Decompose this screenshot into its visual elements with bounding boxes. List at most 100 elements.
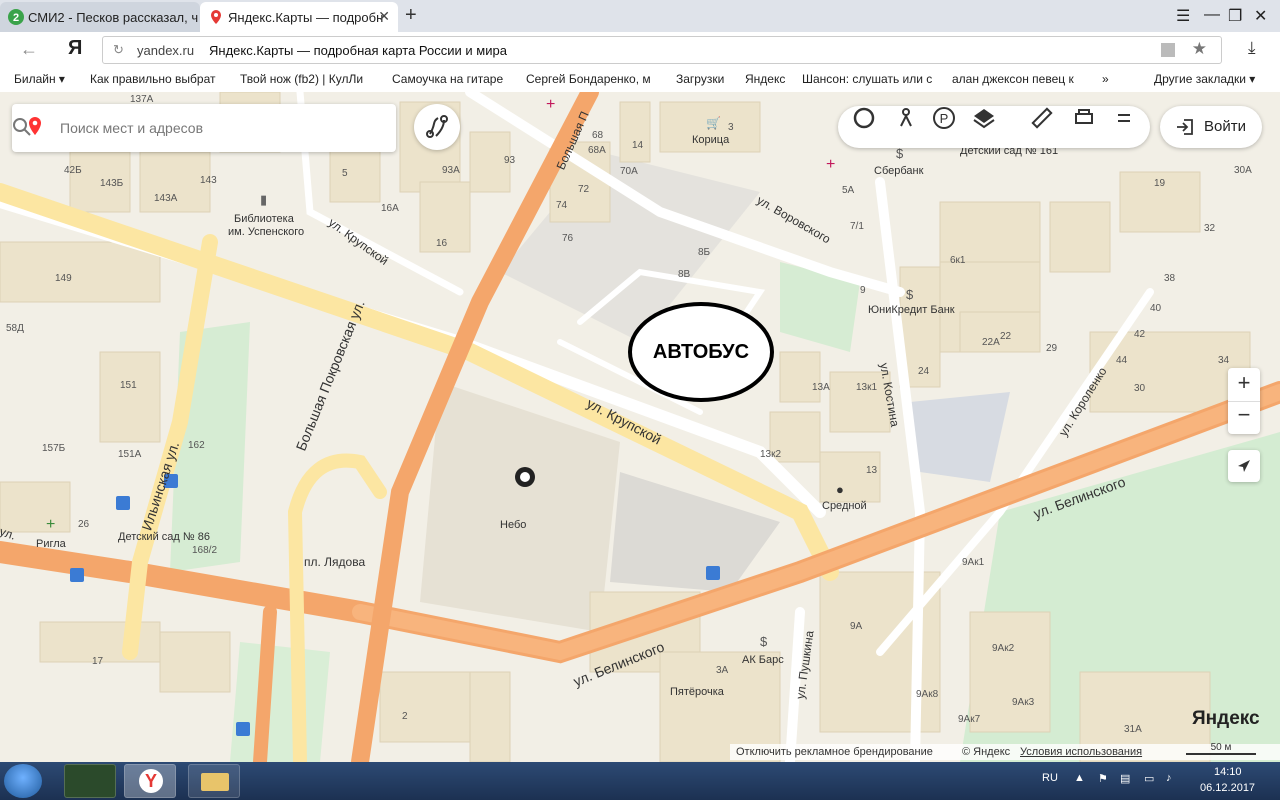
bank-dollar-icon[interactable]: $ — [760, 634, 767, 649]
explorer-app-icon[interactable] — [188, 764, 240, 798]
bus-stop-icon[interactable] — [70, 568, 84, 582]
close-window-icon[interactable]: ✕ — [1254, 6, 1267, 26]
zoom-in-button[interactable]: + — [1228, 370, 1260, 396]
print-icon[interactable] — [1072, 106, 1096, 130]
bookmark-item[interactable]: Самоучка на гитаре — [392, 72, 512, 86]
house-number: 7/1 — [850, 221, 864, 232]
parking-icon[interactable]: P — [932, 106, 956, 130]
new-tab-button[interactable]: + — [405, 4, 417, 27]
poi-label[interactable]: ЮниКредит Банк — [868, 304, 955, 316]
geolocation-button[interactable] — [1228, 450, 1260, 482]
bookmark-item[interactable]: Загрузки — [676, 72, 736, 86]
search-icon[interactable] — [12, 117, 32, 137]
clock-date[interactable]: 06.12.2017 — [1200, 782, 1255, 794]
shop-cart-icon[interactable]: 🛒 — [706, 116, 721, 130]
close-tab-icon[interactable]: ✕ — [378, 8, 390, 25]
disable-branding-link[interactable]: Отключить рекламное брендирование — [736, 746, 933, 758]
bookmark-item[interactable]: Твой нож (fb2) | КулЛи — [240, 72, 376, 86]
poi-label[interactable]: Средной — [822, 500, 867, 512]
browser-menu-icon[interactable]: ☰ — [1176, 6, 1190, 26]
bank-dollar-icon[interactable]: $ — [896, 146, 903, 161]
route-button[interactable] — [414, 104, 460, 150]
tab-label: СМИ2 - Песков рассказал, ч — [28, 9, 199, 25]
yandex-browser-logo[interactable]: Я — [68, 37, 82, 60]
poi-label[interactable]: Ригла — [36, 538, 66, 550]
game-app-icon[interactable] — [64, 764, 116, 798]
poi-label[interactable]: Детский сад № 86 — [118, 531, 210, 543]
tab-strip: 2 СМИ2 - Песков рассказал, ч Яндекс.Карт… — [0, 0, 1280, 32]
ruler-icon[interactable] — [1030, 106, 1054, 130]
bookmark-item[interactable]: алан джексон певец к — [952, 72, 1088, 86]
poi-label[interactable]: Пятёрочка — [670, 686, 724, 698]
restore-icon[interactable]: ❐ — [1228, 6, 1242, 26]
tray-arrow-icon[interactable]: ▲ — [1074, 772, 1085, 784]
house-number: 72 — [578, 184, 590, 195]
zoom-control: + − — [1228, 368, 1260, 434]
traffic-icon[interactable] — [852, 106, 876, 130]
menu-icon[interactable] — [1112, 106, 1136, 130]
svg-text:P: P — [940, 111, 949, 126]
yandex-browser-app-icon[interactable]: Y — [124, 764, 176, 798]
bus-stop-icon[interactable] — [236, 722, 250, 736]
tray-flag-icon[interactable]: ⚑ — [1098, 772, 1108, 785]
tab-smi2[interactable]: 2 СМИ2 - Песков рассказал, ч — [0, 2, 200, 32]
clock-time[interactable]: 14:10 — [1214, 766, 1242, 778]
poi-label[interactable]: АК Барс — [742, 654, 784, 666]
minimize-icon[interactable]: — — [1204, 6, 1220, 24]
pharmacy-cross-icon[interactable]: + — [546, 96, 555, 114]
poi-label[interactable]: Корица — [692, 134, 729, 146]
reload-icon[interactable]: ↻ — [113, 42, 124, 58]
shop-bag-icon[interactable]: ● — [836, 482, 844, 497]
lock-icon[interactable] — [1161, 43, 1175, 57]
download-icon[interactable]: ⤓ — [1248, 38, 1256, 58]
bus-stop-icon[interactable] — [116, 496, 130, 510]
more-bookmarks-icon[interactable]: » — [1102, 72, 1116, 86]
library-icon[interactable]: ▮ — [260, 192, 267, 208]
map-canvas[interactable]: 42Б 143Б 143 143А 149 58Д 151 162 157Б 1… — [0, 92, 1280, 762]
house-number: 9Ак2 — [992, 643, 1015, 654]
other-bookmarks[interactable]: Другие закладки ▾ — [1154, 72, 1274, 86]
poi-label[interactable]: Сбербанк — [874, 165, 923, 177]
park-area — [230, 642, 330, 762]
bookmark-item[interactable]: Сергей Бондаренко, м — [526, 72, 660, 86]
bookmark-item[interactable]: Яндекс — [745, 72, 791, 86]
tab-yandex-maps[interactable]: Яндекс.Карты — подробн ✕ — [200, 2, 398, 32]
search-box[interactable]: Поиск мест и адресов — [12, 104, 396, 152]
poi-label[interactable]: им. Успенского — [228, 226, 304, 238]
tray-network-icon[interactable]: ▤ — [1120, 772, 1130, 785]
bookmark-item[interactable]: Билайн ▾ — [14, 72, 80, 86]
bank-dollar-icon[interactable]: $ — [906, 287, 913, 302]
house-number: 151 — [120, 380, 137, 391]
house-number: 42Б — [64, 165, 82, 176]
house-number: 9А — [850, 621, 863, 632]
layers-icon[interactable] — [972, 106, 996, 130]
search-input[interactable]: Поиск мест и адресов — [60, 120, 203, 136]
address-bar[interactable]: ↻ yandex.ru Яндекс.Карты — подробная кар… — [102, 36, 1222, 64]
bookmark-star-icon[interactable]: ★ — [1192, 39, 1207, 59]
tray-monitor-icon[interactable]: ▭ — [1144, 772, 1154, 785]
panorama-icon[interactable] — [894, 106, 918, 130]
house-number: 13А — [812, 382, 830, 393]
windows-start-button[interactable] — [4, 764, 42, 798]
bookmark-item[interactable]: Шансон: слушать или с — [802, 72, 938, 86]
house-number: 76 — [562, 233, 574, 244]
language-indicator[interactable]: RU — [1042, 772, 1058, 784]
poi-label[interactable]: Небо — [500, 519, 526, 531]
house-number: 3А — [716, 665, 729, 676]
pharmacy-cross-icon[interactable]: + — [826, 156, 835, 174]
tray-volume-icon[interactable]: ♪ — [1166, 772, 1172, 784]
mall-icon[interactable] — [514, 466, 536, 488]
bus-stop-icon[interactable] — [706, 566, 720, 580]
login-button[interactable]: Войти — [1160, 106, 1262, 148]
zoom-out-button[interactable]: − — [1228, 401, 1260, 428]
house-number: 168/2 — [192, 545, 218, 556]
terms-link[interactable]: Условия использования — [1020, 746, 1142, 758]
pharmacy-cross-icon[interactable]: + — [46, 516, 55, 534]
login-icon — [1177, 119, 1193, 135]
yandex-map-logo[interactable]: Яндекс — [1192, 708, 1260, 730]
bookmark-item[interactable]: Как правильно выбрат — [90, 72, 226, 86]
house-number: 13 — [866, 465, 878, 476]
poi-label[interactable]: Библиотека — [234, 213, 294, 225]
back-arrow-icon[interactable]: ← — [20, 39, 38, 60]
house-number: 5А — [842, 185, 855, 196]
